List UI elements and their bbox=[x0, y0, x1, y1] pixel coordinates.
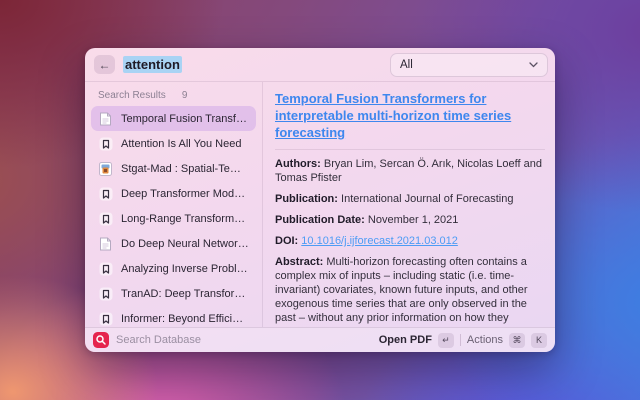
result-count: 9 bbox=[182, 90, 188, 101]
list-item[interactable]: Long-Range Transformers for D... bbox=[91, 206, 256, 231]
list-item-label: TranAD: Deep Transformer Net... bbox=[121, 288, 249, 300]
publication-date-label: Publication Date: bbox=[275, 214, 365, 226]
abstract-row: Abstract: Multi-horizon forecasting ofte… bbox=[275, 255, 545, 327]
k-key-icon: K bbox=[531, 333, 547, 348]
publication-value: International Journal of Forecasting bbox=[341, 193, 513, 205]
bookmark-icon bbox=[98, 261, 113, 276]
actions-button[interactable]: Actions bbox=[467, 334, 503, 346]
publication-date-value: November 1, 2021 bbox=[368, 214, 459, 226]
list-item-label: Informer: Beyond Efficient Trans bbox=[121, 313, 249, 325]
return-key-icon: ↵ bbox=[438, 333, 454, 348]
title-separator bbox=[275, 149, 545, 150]
abstract-label: Abstract: bbox=[275, 256, 323, 268]
bookmark-icon bbox=[98, 286, 113, 301]
document-icon bbox=[98, 111, 113, 126]
command-key-icon: ⌘ bbox=[509, 333, 525, 348]
section-title: Search Results bbox=[98, 90, 166, 101]
publication-label: Publication: bbox=[275, 193, 338, 205]
doi-label: DOI: bbox=[275, 235, 298, 247]
list-item-label: Temporal Fusion Transformers f... bbox=[121, 113, 249, 125]
list-item[interactable]: Deep Transformer Models for Ti... bbox=[91, 181, 256, 206]
list-item[interactable]: Do Deep Neural Networks Contr... bbox=[91, 231, 256, 256]
publication-date-row: Publication Date: November 1, 2021 bbox=[275, 213, 545, 227]
back-arrow-icon: ← bbox=[99, 58, 111, 72]
authors-row: Authors: Bryan Lim, Sercan Ö. Arık, Nico… bbox=[275, 157, 545, 185]
command-search-input[interactable]: Search Database bbox=[116, 334, 201, 346]
publication-row: Publication: International Journal of Fo… bbox=[275, 192, 545, 206]
filter-dropdown-value: All bbox=[400, 59, 413, 71]
open-pdf-button[interactable]: Open PDF bbox=[379, 334, 432, 346]
footer-actions: Open PDF ↵ Actions ⌘ K bbox=[379, 333, 547, 348]
bookmark-icon bbox=[98, 211, 113, 226]
list-item-label: Deep Transformer Models for Ti... bbox=[121, 188, 249, 200]
window-body: Search Results 9 Temporal Fusion Transfo… bbox=[85, 82, 555, 327]
authors-label: Authors: bbox=[275, 158, 321, 170]
list-item[interactable]: Stgat-Mad : Spatial-Temporal Gr... bbox=[91, 156, 256, 181]
list-item[interactable]: Informer: Beyond Efficient Trans bbox=[91, 306, 256, 327]
list-item[interactable]: Attention Is All You Need bbox=[91, 131, 256, 156]
filter-dropdown[interactable]: All bbox=[390, 53, 548, 77]
bookmark-icon bbox=[98, 136, 113, 151]
doi-link[interactable]: 10.1016/j.ijforecast.2021.03.012 bbox=[301, 235, 458, 247]
list-item-label: Do Deep Neural Networks Contr... bbox=[121, 238, 249, 250]
chevron-down-icon bbox=[529, 59, 538, 71]
thumbnail-icon bbox=[98, 161, 113, 176]
document-icon bbox=[98, 236, 113, 251]
search-results-sidebar: Search Results 9 Temporal Fusion Transfo… bbox=[85, 82, 263, 327]
search-database-icon bbox=[93, 332, 109, 348]
window-header: ← attention All bbox=[85, 48, 555, 82]
list-item-label: Stgat-Mad : Spatial-Temporal Gr... bbox=[121, 163, 249, 175]
sidebar-section-header: Search Results 9 bbox=[91, 87, 256, 106]
doi-row: DOI: 10.1016/j.ijforecast.2021.03.012 bbox=[275, 234, 545, 248]
list-item-label: Attention Is All You Need bbox=[121, 138, 241, 150]
search-database-window: ← attention All Search Results 9 Tempora… bbox=[85, 48, 555, 352]
paper-title-link[interactable]: Temporal Fusion Transformers for interpr… bbox=[275, 91, 545, 142]
action-bar: Search Database Open PDF ↵ Actions ⌘ K bbox=[85, 327, 555, 352]
bookmark-icon bbox=[98, 186, 113, 201]
back-button[interactable]: ← bbox=[94, 55, 115, 74]
list-item-label: Long-Range Transformers for D... bbox=[121, 213, 249, 225]
search-input[interactable]: attention bbox=[123, 56, 182, 73]
desktop: { "window": { "header": { "back_glyph": … bbox=[0, 0, 640, 400]
list-item[interactable]: TranAD: Deep Transformer Net... bbox=[91, 281, 256, 306]
list-item-label: Analyzing Inverse Problems with... bbox=[121, 263, 249, 275]
footer-divider bbox=[460, 334, 461, 346]
list-item[interactable]: Analyzing Inverse Problems with... bbox=[91, 256, 256, 281]
bookmark-icon bbox=[98, 311, 113, 326]
detail-pane: Temporal Fusion Transformers for interpr… bbox=[263, 82, 555, 327]
list-item[interactable]: Temporal Fusion Transformers f... bbox=[91, 106, 256, 131]
